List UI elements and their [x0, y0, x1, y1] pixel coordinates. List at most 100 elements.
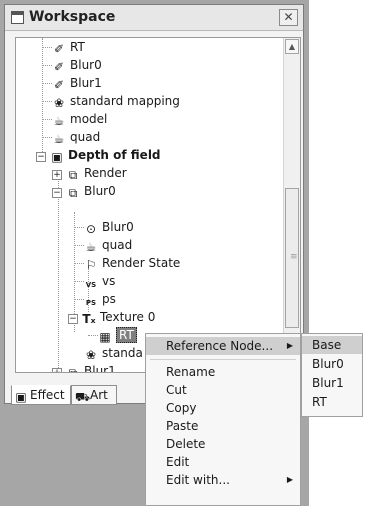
menu-item-reference-node[interactable]: Reference Node... ▶	[146, 337, 300, 355]
tree-item-blur1-pass[interactable]: + ⧉ Blur1	[52, 362, 116, 373]
menu-separator	[150, 359, 296, 360]
window-icon	[11, 11, 24, 24]
tree-item-label: Blur0	[84, 184, 116, 198]
menu-item-rename[interactable]: Rename	[146, 363, 300, 381]
sphere-mapping-icon: ❀	[53, 96, 65, 110]
tree-item-label: standard mapping	[70, 94, 180, 108]
grip-icon: ≡	[290, 252, 298, 262]
tab-label: Art	[90, 388, 108, 402]
tree-connector	[58, 176, 59, 372]
window-title: Workspace	[29, 9, 116, 25]
submenu-item-blur1[interactable]: Blur1	[302, 374, 362, 392]
art-tab-icon: ⛟	[75, 390, 91, 404]
tree-item-blur0-target[interactable]: ⊙ Blur0	[84, 218, 134, 236]
tree-item-quad[interactable]: ☕ quad	[52, 128, 101, 146]
tree-connector	[42, 119, 52, 120]
tree-connector	[42, 101, 52, 102]
tab-art[interactable]: ⛟Art	[71, 385, 117, 405]
tree-item-blur0-pass[interactable]: − ⧉ Blur0	[52, 182, 116, 200]
tab-label: Effect	[30, 388, 65, 402]
submenu-item-rt[interactable]: RT	[302, 393, 362, 411]
reference-node-submenu: Base Blur0 Blur1 RT	[301, 333, 363, 417]
tree-view: ✐ RT ✐ Blur0 ✐ Blur1 ❀ standard mapping ☕ mod…	[15, 37, 301, 373]
tree-item-model[interactable]: ☕ model	[52, 110, 108, 128]
tree-item-label: Blur1	[70, 76, 102, 90]
scroll-up-button[interactable]: ▲	[285, 39, 299, 54]
context-menu: Reference Node... ▶ Rename Cut Copy Past…	[145, 333, 301, 506]
tree-item-label: Render	[84, 166, 127, 180]
tree-connector	[42, 65, 52, 66]
tree-connector	[74, 227, 84, 228]
tree-item-texture-0[interactable]: − Tₓ Texture 0	[68, 308, 155, 326]
submenu-arrow-icon: ▶	[286, 475, 293, 484]
tree-connector	[88, 335, 98, 336]
tree-item-label: RT	[70, 40, 85, 54]
effect-folder-icon: ▣	[51, 150, 63, 164]
tree-connector	[74, 245, 84, 246]
tree-item-depth-of-field[interactable]: − ▣ Depth of field	[36, 146, 161, 164]
menu-item-paste[interactable]: Paste	[146, 417, 300, 435]
tree-item-rt-texture[interactable]: ▦ RT	[98, 326, 137, 344]
tree-item-rt[interactable]: ✐ RT	[52, 38, 85, 56]
tree-connector	[42, 137, 52, 138]
flag-icon: ⚐	[85, 258, 97, 272]
render-pass-icon: ⧉	[68, 366, 78, 373]
tree-item-ps[interactable]: PS ps	[84, 290, 116, 308]
model-ref-icon: ☕	[85, 240, 97, 254]
submenu-item-base[interactable]: Base	[302, 336, 362, 354]
tree-connector	[74, 263, 84, 264]
tree-item-standard-mapping-ref[interactable]: ❀ standa	[84, 344, 143, 362]
target-icon: ⊙	[85, 222, 97, 236]
tree-item-label: Blur1	[84, 364, 116, 373]
tree-item-label: vs	[102, 274, 116, 288]
tree-item-label: Blur0	[102, 220, 134, 234]
menu-item-copy[interactable]: Copy	[146, 399, 300, 417]
menu-item-cut[interactable]: Cut	[146, 381, 300, 399]
menu-item-label: Reference Node...	[166, 339, 274, 353]
collapse-toggle[interactable]: −	[36, 152, 46, 162]
collapse-toggle[interactable]: −	[52, 188, 62, 198]
close-button[interactable]: ✕	[279, 9, 298, 26]
sphere-mapping-icon: ❀	[85, 348, 97, 362]
tree-connector	[74, 281, 84, 282]
expand-toggle[interactable]: +	[52, 368, 62, 372]
tree-item-label: Render State	[102, 256, 181, 270]
render-pass-icon: ⧉	[68, 168, 78, 182]
tree-connector	[42, 83, 52, 84]
pencil-icon: ✐	[53, 78, 65, 92]
expand-toggle[interactable]: +	[52, 170, 62, 180]
tree-item-render-state[interactable]: ⚐ Render State	[84, 254, 181, 272]
tree-item-label: quad	[102, 238, 133, 252]
scroll-thumb[interactable]: ≡	[285, 188, 299, 328]
tree-connector	[42, 47, 52, 48]
submenu-arrow-icon: ▶	[286, 341, 293, 350]
tree-item-blur1[interactable]: ✐ Blur1	[52, 74, 102, 92]
menu-item-edit-with[interactable]: Edit with... ▶	[146, 471, 300, 489]
tree-item-render[interactable]: + ⧉ Render	[52, 164, 127, 182]
pencil-icon: ✐	[53, 42, 65, 56]
tree-item-vs[interactable]: VS vs	[84, 272, 116, 290]
tree-item-blur0[interactable]: ✐ Blur0	[52, 56, 102, 74]
teapot-icon: ☕	[53, 114, 65, 128]
tree-item-label: Depth of field	[68, 148, 161, 162]
tree-item-label: Texture 0	[100, 310, 156, 324]
submenu-item-blur0[interactable]: Blur0	[302, 355, 362, 373]
render-target-icon: ▦	[99, 330, 111, 344]
tree-item-label: Blur0	[70, 58, 102, 72]
pencil-icon: ✐	[53, 60, 65, 74]
tree-item-label: model	[70, 112, 108, 126]
vertical-scrollbar[interactable]: ▲ ≡	[283, 38, 300, 372]
collapse-toggle[interactable]: −	[68, 314, 78, 324]
tree-item-quad-ref[interactable]: ☕ quad	[84, 236, 133, 254]
tree-item-label: quad	[70, 130, 101, 144]
tree-item-label: standa	[102, 346, 143, 360]
tab-effect[interactable]: ▣ Effect	[11, 385, 71, 405]
teapot-icon: ☕	[53, 132, 65, 146]
tree-item-label-selected: RT	[116, 327, 137, 343]
texture-icon: Tₓ	[82, 312, 96, 326]
tree-connector	[74, 299, 84, 300]
title-bar: Workspace ✕	[5, 5, 303, 31]
tree-item-standard-mapping[interactable]: ❀ standard mapping	[52, 92, 180, 110]
menu-item-delete[interactable]: Delete	[146, 435, 300, 453]
menu-item-edit[interactable]: Edit	[146, 453, 300, 471]
